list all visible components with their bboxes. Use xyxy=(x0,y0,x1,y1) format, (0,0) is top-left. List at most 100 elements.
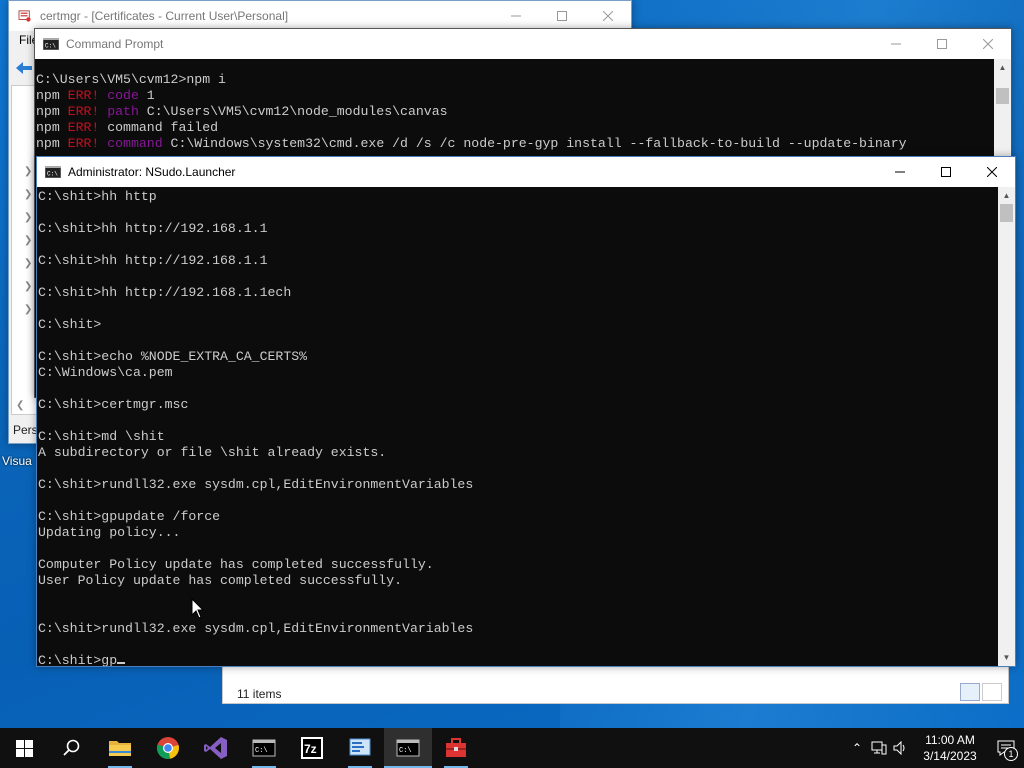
admin-cmd-close-button[interactable] xyxy=(969,157,1015,187)
scroll-up-icon[interactable]: ▲ xyxy=(998,187,1015,204)
visual-studio-button[interactable] xyxy=(192,728,240,768)
7zip-button[interactable]: 7z xyxy=(288,728,336,768)
chevron-right-icon[interactable]: ❯ xyxy=(24,304,32,315)
admin-cmd-titlebar[interactable]: C:\ Administrator: NSudo.Launcher xyxy=(37,157,1015,187)
network-icon[interactable] xyxy=(868,728,890,768)
clock[interactable]: 11:00 AM 3/14/2023 xyxy=(912,732,988,764)
explorer-window: 11 items xyxy=(222,664,1009,704)
console-line: C:\Windows\ca.pem xyxy=(38,365,998,381)
console-line: C:\shit>md \shit xyxy=(38,429,998,445)
command-prompt-titlebar[interactable]: C:\ Command Prompt xyxy=(35,29,1011,59)
back-arrow-icon[interactable] xyxy=(13,59,35,77)
console-text: C:\Users\VM5\cvm12>npm i xyxy=(36,72,226,87)
chevron-up-icon[interactable]: ⌃ xyxy=(846,728,868,768)
chevron-right-icon[interactable]: ❯ xyxy=(24,212,32,223)
chevron-right-icon[interactable]: ❯ xyxy=(24,281,32,292)
close-icon xyxy=(987,167,997,177)
admin-console-scrollbar[interactable]: ▲ ▼ xyxy=(998,187,1015,666)
mouse-cursor-icon xyxy=(191,598,205,619)
close-icon xyxy=(603,11,613,21)
scroll-left-icon[interactable]: ❮ xyxy=(16,400,24,411)
cmd-icon: C:\ xyxy=(43,38,59,50)
console-line: C:\Users\VM5\cvm12>npm i xyxy=(36,72,994,88)
command-prompt-title: Command Prompt xyxy=(66,37,164,51)
chevron-right-icon[interactable]: ❯ xyxy=(24,166,32,177)
console-text: Computer Policy update has completed suc… xyxy=(38,557,434,572)
chrome-button[interactable] xyxy=(144,728,192,768)
admin-console-output[interactable]: C:\shit>hh http C:\shit>hh http://192.168… xyxy=(37,187,998,666)
file-explorer-button[interactable] xyxy=(96,728,144,768)
visual-studio-icon xyxy=(204,737,227,759)
console-line: Updating policy... xyxy=(38,525,998,541)
cmd-minimize-button[interactable] xyxy=(873,29,919,59)
desktop-icon-label[interactable]: Visua xyxy=(2,454,38,468)
console-line: C:\shit>echo %NODE_EXTRA_CA_CERTS% xyxy=(38,349,998,365)
console-text: ERR! xyxy=(67,136,100,151)
console-line: npm ERR! command failed xyxy=(36,120,994,136)
clock-date: 3/14/2023 xyxy=(923,749,977,763)
chevron-right-icon[interactable]: ❯ xyxy=(24,258,32,269)
cmd-close-button[interactable] xyxy=(965,29,1011,59)
windows-icon xyxy=(15,739,33,757)
server-icon xyxy=(349,738,371,756)
scroll-down-icon[interactable]: ▼ xyxy=(998,649,1015,666)
certmgr-titlebar[interactable]: certmgr - [Certificates - Current User\P… xyxy=(9,1,631,31)
scroll-thumb[interactable] xyxy=(1000,204,1013,222)
svg-text:7z: 7z xyxy=(304,742,317,756)
command-prompt-admin-button[interactable]: C:\ xyxy=(384,728,432,768)
console-line: C:\shit>gpupdate /force xyxy=(38,509,998,525)
console-line: C:\shit>hh http xyxy=(38,189,998,205)
console-text: C:\shit>gp xyxy=(38,653,118,666)
cmd-maximize-button[interactable] xyxy=(919,29,965,59)
console-text: User Policy update has completed success… xyxy=(38,573,403,588)
admin-cmd-maximize-button[interactable] xyxy=(923,157,969,187)
scroll-thumb[interactable] xyxy=(996,88,1009,104)
admin-cmd-minimize-button[interactable] xyxy=(877,157,923,187)
console-text: C:\Users\VM5\cvm12\node_modules\canvas xyxy=(138,104,448,119)
details-view-button[interactable] xyxy=(960,683,980,701)
chevron-right-icon[interactable]: ❯ xyxy=(24,235,32,246)
console-text: ERR! xyxy=(67,88,100,103)
console-text: C:\shit>hh http://192.168.1.1 xyxy=(38,253,268,268)
certmgr-minimize-button[interactable] xyxy=(493,1,539,31)
start-button[interactable] xyxy=(0,728,48,768)
certmgr-close-button[interactable] xyxy=(585,1,631,31)
cmd-icon: C:\ xyxy=(396,739,420,757)
system-tray: ⌃ 11:00 AM 3/14/2023 1 xyxy=(846,728,1024,768)
console-text: command failed xyxy=(99,120,219,135)
volume-icon[interactable] xyxy=(890,728,912,768)
console-text: C:\shit>rundll32.exe sysdm.cpl,EditEnvir… xyxy=(38,477,474,492)
console-line: A subdirectory or file \shit already exi… xyxy=(38,445,998,461)
taskbar: C:\ 7z C:\ ⌃ 11:00 AM 3/14/2023 1 xyxy=(0,728,1024,768)
svg-text:C:\: C:\ xyxy=(45,43,56,50)
certmgr-title: certmgr - [Certificates - Current User\P… xyxy=(40,9,289,23)
console-text: C:\shit>rundll32.exe sysdm.cpl,EditEnvir… xyxy=(38,621,474,636)
toolbox-button[interactable] xyxy=(432,728,480,768)
action-center-button[interactable]: 1 xyxy=(988,728,1024,768)
server-manager-button[interactable] xyxy=(336,728,384,768)
console-text: C:\shit> xyxy=(38,317,102,332)
chevron-right-icon[interactable]: ❯ xyxy=(24,189,32,200)
admin-command-prompt-window: C:\ Administrator: NSudo.Launcher C:\shi… xyxy=(36,156,1016,667)
console-text: C:\Windows\ca.pem xyxy=(38,365,173,380)
scroll-up-icon[interactable]: ▲ xyxy=(994,59,1011,76)
svg-text:C:\: C:\ xyxy=(255,747,268,755)
console-text: npm xyxy=(36,120,68,135)
7zip-icon: 7z xyxy=(301,737,323,759)
console-text: A subdirectory or file \shit already exi… xyxy=(38,445,387,460)
console-text: npm xyxy=(36,88,68,103)
large-icons-view-button[interactable] xyxy=(982,683,1002,701)
console-line: C:\shit>rundll32.exe sysdm.cpl,EditEnvir… xyxy=(38,477,998,493)
command-prompt-button[interactable]: C:\ xyxy=(240,728,288,768)
certmgr-maximize-button[interactable] xyxy=(539,1,585,31)
svg-text:C:\: C:\ xyxy=(47,171,58,178)
search-button[interactable] xyxy=(48,728,96,768)
search-icon xyxy=(63,739,80,756)
